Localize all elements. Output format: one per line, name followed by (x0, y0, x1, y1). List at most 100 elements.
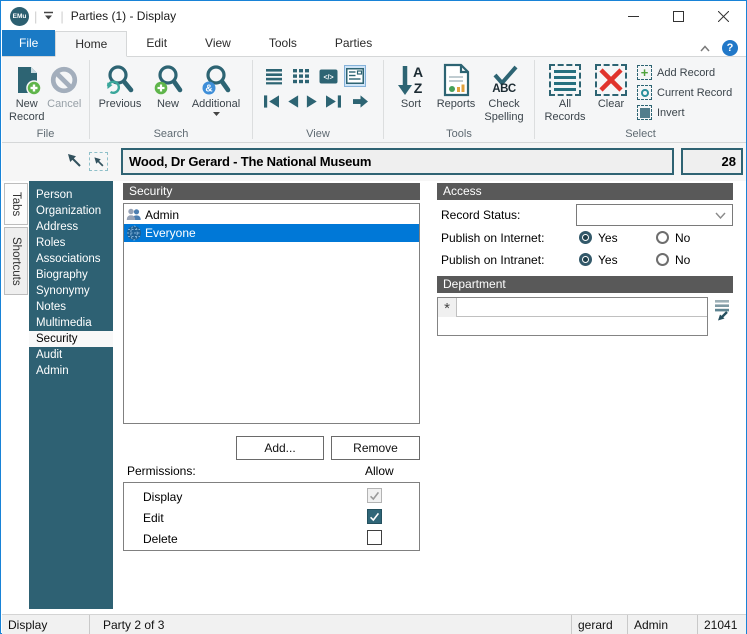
sidebar-item-biography[interactable]: Biography (29, 267, 113, 283)
select-pointer-tool-icon[interactable] (89, 152, 108, 171)
ribbon-group-view: </> View (253, 57, 383, 142)
last-record-button[interactable] (325, 94, 342, 109)
first-record-button[interactable] (263, 94, 280, 109)
sidebar-item-audit[interactable]: Audit (29, 347, 113, 363)
sidebar-item-notes[interactable]: Notes (29, 299, 113, 315)
clear-selection-button[interactable]: Clear (589, 62, 633, 111)
svg-text:A: A (413, 64, 423, 80)
department-grid-row[interactable]: * (438, 298, 707, 317)
check-spelling-button[interactable]: ABC Check Spelling (480, 62, 528, 124)
internet-yes-radio[interactable] (579, 231, 592, 244)
search-previous-icon (104, 62, 136, 98)
tab-home[interactable]: Home (55, 31, 128, 57)
internet-no-radio[interactable] (656, 231, 669, 244)
select-invert-button[interactable]: Invert (637, 105, 732, 120)
divider: | (60, 8, 64, 24)
close-button[interactable] (701, 1, 746, 31)
tab-view[interactable]: View (186, 30, 250, 56)
sidebar-item-person[interactable]: Person (29, 187, 113, 203)
department-grid[interactable]: * (437, 297, 708, 336)
chevron-down-icon (715, 212, 726, 219)
lookup-list-icon[interactable] (714, 299, 730, 321)
status-mode: Display (2, 615, 90, 634)
side-strip-tabs[interactable]: Tabs (4, 183, 28, 225)
pointer-tool-icon[interactable] (66, 152, 83, 169)
status-record-position: Party 2 of 3 (90, 615, 572, 634)
sidebar-item-admin[interactable]: Admin (29, 363, 113, 379)
quick-access-dropdown-icon[interactable] (42, 10, 55, 22)
edit-allow-checkbox[interactable] (367, 509, 382, 524)
search-previous-button[interactable]: Previous (96, 62, 144, 111)
tab-edit[interactable]: Edit (127, 30, 186, 56)
tab-list-panel: Person Organization Address Roles Associ… (29, 181, 113, 609)
list-item-selected[interactable]: Everyone (124, 224, 419, 242)
collapse-ribbon-icon[interactable] (698, 43, 712, 53)
sidebar-item-organization[interactable]: Organization (29, 203, 113, 219)
group-label-tools: Tools (446, 128, 472, 140)
status-record-id: 21041 (704, 617, 738, 632)
minimize-button[interactable] (611, 1, 656, 31)
sort-button[interactable]: AZ Sort (390, 62, 432, 111)
internet-no-label: No (675, 231, 691, 245)
intranet-yes-radio[interactable] (579, 253, 592, 266)
internet-yes-label: Yes (598, 231, 618, 245)
publish-internet-label: Publish on Internet: (441, 231, 545, 245)
next-record-button[interactable] (305, 94, 320, 109)
search-new-button[interactable]: New (144, 62, 192, 111)
details-view-icon (346, 68, 364, 84)
all-records-button[interactable]: All Records (541, 62, 589, 124)
status-group: Admin (628, 615, 698, 634)
sidebar-item-security[interactable]: Security (29, 331, 113, 347)
view-details-toggle[interactable] (344, 65, 366, 87)
list-view-icon (266, 69, 282, 85)
sidebar-item-synonymy[interactable]: Synonymy (29, 283, 113, 299)
app-logo-icon[interactable]: EMu (10, 6, 29, 26)
add-button[interactable]: Add... (236, 436, 324, 460)
tab-tools[interactable]: Tools (250, 30, 316, 56)
tab-file[interactable]: File (2, 30, 56, 56)
title-bar: EMu | | Parties (1) - Display (2, 1, 746, 31)
search-additional-button[interactable]: & Additional (192, 62, 240, 116)
remove-button[interactable]: Remove (331, 436, 420, 460)
tab-parties[interactable]: Parties (316, 30, 391, 56)
help-button[interactable]: ? (722, 40, 738, 56)
reports-button[interactable]: Reports (432, 62, 480, 111)
group-label-file: File (36, 128, 55, 140)
list-item[interactable]: Admin (124, 206, 419, 224)
cancel-button[interactable]: Cancel (46, 62, 84, 111)
sidebar-item-roles[interactable]: Roles (29, 235, 113, 251)
record-bar: Wood, Dr Gerard - The National Museum 28 (2, 143, 746, 181)
add-record-icon: + (637, 65, 652, 80)
ribbon-group-select: All Records Clear + Add Record Current R… (535, 57, 746, 142)
previous-record-button[interactable] (285, 94, 300, 109)
select-current-record-button[interactable]: Current Record (637, 85, 732, 100)
side-strip-shortcuts[interactable]: Shortcuts (4, 227, 28, 295)
sidebar-item-multimedia[interactable]: Multimedia (29, 315, 113, 331)
reports-icon (441, 62, 471, 98)
all-records-icon (549, 62, 581, 98)
display-allow-checkbox[interactable] (367, 488, 382, 503)
security-groups-list[interactable]: Admin Everyone (123, 203, 420, 424)
xml-view-icon: </> (319, 69, 337, 83)
intranet-no-radio[interactable] (656, 253, 669, 266)
clear-icon (595, 62, 627, 98)
record-status-select[interactable] (576, 204, 733, 226)
app-window: EMu | | Parties (1) - Display File Home … (0, 0, 747, 634)
record-summary: Wood, Dr Gerard - The National Museum (121, 148, 674, 175)
ribbon-group-file: New Record Cancel File (2, 57, 89, 142)
sidebar-item-address[interactable]: Address (29, 219, 113, 235)
cancel-icon (49, 62, 79, 98)
sidebar-item-associations[interactable]: Associations (29, 251, 113, 267)
check-spelling-icon: ABC (489, 62, 519, 98)
view-list-toggle[interactable] (263, 65, 285, 87)
goto-record-button[interactable] (352, 94, 369, 109)
search-additional-icon: & (200, 62, 232, 98)
select-add-record-button[interactable]: + Add Record (637, 65, 732, 80)
maximize-button[interactable] (656, 1, 701, 31)
svg-text:</>: </> (323, 74, 333, 81)
new-record-button[interactable]: New Record (8, 62, 46, 124)
delete-allow-checkbox[interactable] (367, 530, 382, 545)
view-grid-toggle[interactable] (290, 65, 312, 87)
view-xml-toggle[interactable]: </> (317, 65, 339, 87)
current-record-icon (637, 85, 652, 100)
